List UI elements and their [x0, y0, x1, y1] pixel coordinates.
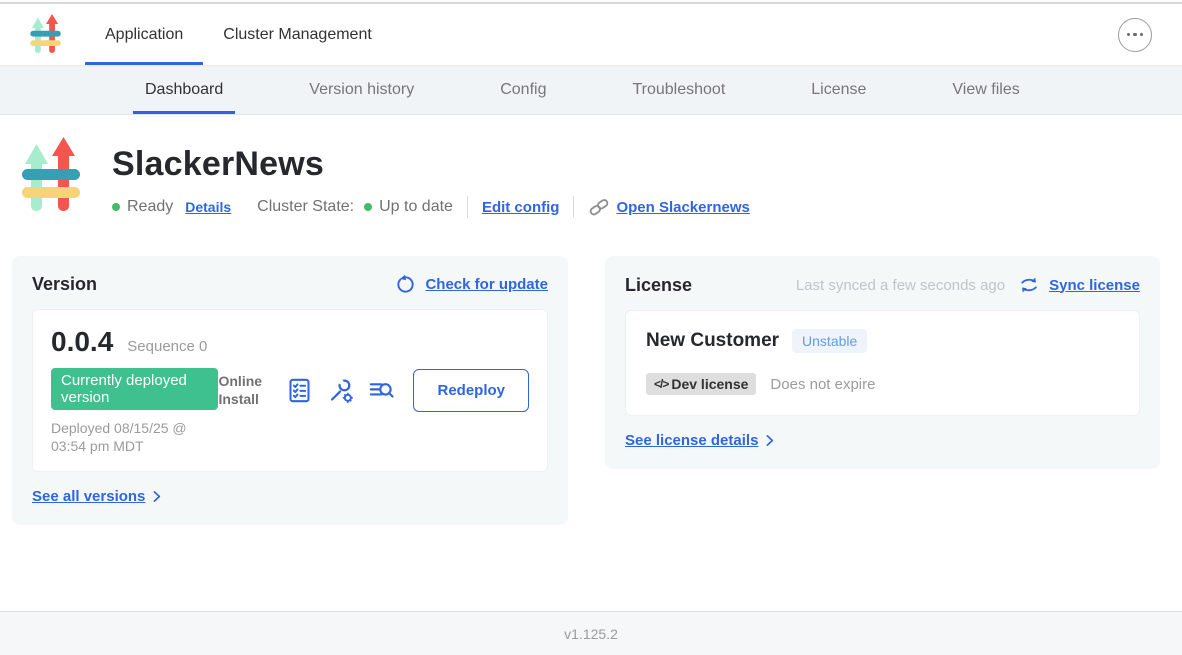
license-customer-row: New Customer Unstable [646, 329, 1119, 353]
app-status-dot [112, 203, 120, 211]
cluster-state-value: Up to date [379, 198, 453, 216]
preflight-checks-button[interactable] [286, 377, 313, 404]
version-card: Version Check for update [12, 256, 568, 525]
check-for-update-label: Check for update [425, 276, 548, 293]
divider [573, 196, 574, 218]
check-for-update-link[interactable]: Check for update [395, 274, 548, 295]
cluster-state-dot [364, 203, 372, 211]
license-meta-row: </> Dev license Does not expire [646, 373, 1119, 395]
footer: v1.125.2 [0, 611, 1182, 655]
license-card: License Last synced a few seconds ago Sy… [605, 256, 1160, 469]
license-panel: New Customer Unstable </> Dev license Do… [625, 310, 1140, 416]
ellipsis-icon [1127, 33, 1131, 37]
license-sync-area: Last synced a few seconds ago Sync licen… [796, 274, 1140, 296]
license-card-header: License Last synced a few seconds ago Sy… [625, 274, 1140, 296]
see-license-details-label: See license details [625, 432, 758, 449]
license-card-title: License [625, 275, 692, 296]
divider [467, 196, 468, 218]
tab-license[interactable]: License [799, 66, 878, 114]
see-license-details-link[interactable]: See license details [625, 432, 1140, 449]
app-summary: SlackerNews Ready Details Cluster State:… [22, 137, 1160, 218]
version-info: 0.0.4 Sequence 0 Currently deployed vers… [51, 326, 218, 455]
console-version: v1.125.2 [564, 626, 618, 642]
edit-config-link[interactable]: Edit config [482, 199, 560, 216]
install-type-label: Online Install [218, 373, 272, 408]
edit-config-button[interactable] [327, 377, 354, 404]
license-type-label: Dev license [671, 376, 748, 392]
page: Application Cluster Management Dashboard… [0, 0, 1182, 655]
tab-config[interactable]: Config [488, 66, 558, 114]
deployed-timestamp: Deployed 08/15/25 @ 03:54 pm MDT [51, 419, 218, 455]
header-spacer [392, 4, 1118, 65]
tab-cluster-management[interactable]: Cluster Management [203, 4, 392, 65]
see-all-versions-label: See all versions [32, 488, 145, 505]
chevron-right-icon [761, 432, 778, 449]
lines-search-icon [368, 377, 395, 404]
dashboard-cards: Version Check for update [12, 256, 1160, 525]
status-details-link[interactable]: Details [185, 199, 231, 215]
view-diff-button[interactable] [368, 377, 395, 404]
secondary-nav: Dashboard Version history Config Trouble… [0, 66, 1182, 115]
sync-license-link[interactable]: Sync license [1049, 277, 1140, 294]
see-all-versions-link[interactable]: See all versions [32, 488, 548, 505]
last-synced-text: Last synced a few seconds ago [796, 277, 1005, 294]
license-type-badge: </> Dev license [646, 373, 756, 395]
sync-arrows-icon [1018, 274, 1040, 296]
tab-version-history[interactable]: Version history [297, 66, 426, 114]
refresh-icon [395, 274, 416, 295]
open-app-link[interactable]: Open Slackernews [588, 196, 749, 218]
version-number: 0.0.4 [51, 326, 113, 358]
more-menu-button[interactable] [1118, 18, 1152, 52]
code-icon: </> [654, 377, 668, 391]
redeploy-button[interactable]: Redeploy [413, 369, 529, 412]
open-app-link-label: Open Slackernews [616, 199, 749, 216]
chevron-right-icon [148, 488, 165, 505]
tab-dashboard[interactable]: Dashboard [133, 66, 235, 114]
app-status-text: Ready [127, 198, 173, 216]
version-card-header: Version Check for update [32, 274, 548, 295]
cluster-state-label: Cluster State: [257, 198, 354, 216]
chain-link-icon [588, 196, 610, 218]
slackernews-logo-icon-small [30, 14, 61, 56]
customer-name: New Customer [646, 330, 779, 352]
main-content: SlackerNews Ready Details Cluster State:… [0, 115, 1182, 611]
app-header-bar: Application Cluster Management [0, 4, 1182, 66]
tab-troubleshoot[interactable]: Troubleshoot [620, 66, 737, 114]
primary-nav: Application Cluster Management [85, 4, 392, 65]
app-title-block: SlackerNews Ready Details Cluster State:… [112, 137, 750, 218]
slackernews-logo-icon-large [22, 137, 80, 218]
version-card-title: Version [32, 274, 97, 295]
deployed-badge: Currently deployed version [51, 368, 218, 410]
wrench-gear-icon [327, 377, 354, 404]
current-version-panel: 0.0.4 Sequence 0 Currently deployed vers… [32, 309, 548, 472]
checklist-icon [286, 377, 313, 404]
channel-badge: Unstable [792, 329, 867, 353]
app-status-row: Ready Details Cluster State: Up to date … [112, 196, 750, 218]
license-expiry: Does not expire [770, 376, 875, 393]
version-actions: Online Install [218, 369, 529, 412]
page-title: SlackerNews [112, 145, 750, 184]
tab-view-files[interactable]: View files [940, 66, 1031, 114]
sequence-label: Sequence 0 [127, 338, 207, 355]
tab-application[interactable]: Application [85, 4, 203, 65]
